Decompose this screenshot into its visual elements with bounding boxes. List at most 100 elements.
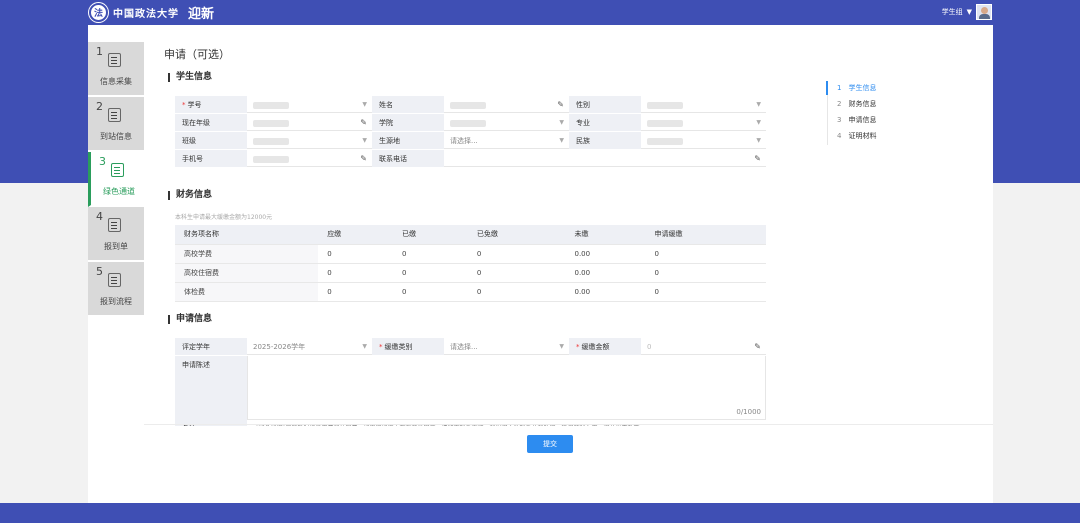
anchor-link[interactable]: 3 申请信息 xyxy=(828,113,876,129)
anchor-link[interactable]: 4 证明材料 xyxy=(828,129,876,145)
field-label: 姓名 xyxy=(372,96,444,113)
field-label: * 学号 xyxy=(175,96,247,113)
avatar[interactable] xyxy=(976,4,992,20)
redacted-value xyxy=(647,137,683,145)
chevron-down-icon: ▼ xyxy=(362,343,367,350)
anchor-link[interactable]: 2 财务信息 xyxy=(828,97,876,113)
pencil-icon: ✎ xyxy=(754,342,761,351)
logo[interactable]: 法 中国政法大学 迎新 xyxy=(89,3,214,22)
table-cell: 0 xyxy=(393,282,468,302)
chevron-down-icon: ▼ xyxy=(362,101,367,108)
left-margin xyxy=(0,183,88,503)
reason-row: 申请陈述 0/1000 xyxy=(175,356,766,420)
step-number: 4 xyxy=(96,210,103,223)
step-3[interactable]: 3 绿色通道 xyxy=(88,152,144,207)
user-name: 学生组 xyxy=(941,8,963,16)
step-label: 绿色通道 xyxy=(103,187,135,196)
step-label: 信息采集 xyxy=(100,77,132,86)
user-menu[interactable]: 学生组 ▼ xyxy=(942,4,992,20)
step-1[interactable]: 1 信息采集 xyxy=(88,42,144,97)
chevron-down-icon: ▼ xyxy=(559,137,564,144)
step-2[interactable]: 2 到站信息 xyxy=(88,97,144,152)
amount-input[interactable]: 0 ✎ xyxy=(641,338,766,355)
table-cell: 0.00 xyxy=(565,282,646,302)
reason-textarea[interactable]: 0/1000 xyxy=(247,356,766,420)
redacted-value xyxy=(253,101,289,109)
form-row: 班级 ▼ 生源地 请选择... ▼ 民族 ▼ xyxy=(175,132,766,150)
table-cell: 0 xyxy=(467,263,566,283)
table-cell: 体检费 xyxy=(175,282,319,302)
form-row: 手机号 ✎ 联系电话 ✎ xyxy=(175,150,766,168)
apply-form: 评定学年 2025-2026学年 ▼ * 缓缴类别 请选择... ▼ * 缓缴金额 0 ✎ xyxy=(175,338,766,356)
step-label: 报到单 xyxy=(104,242,128,251)
table-cell: 0 xyxy=(645,263,766,283)
field-label: 班级 xyxy=(175,132,247,149)
caret-down-icon: ▼ xyxy=(966,8,972,16)
field-label: 民族 xyxy=(569,132,641,149)
type-label: * 缓缴类别 xyxy=(372,338,444,355)
char-counter: 0/1000 xyxy=(736,408,761,416)
field-label: 现在年级 xyxy=(175,114,247,131)
step-5[interactable]: 5 报到流程 xyxy=(88,262,144,317)
step-label: 报到流程 xyxy=(100,297,132,306)
field-input[interactable]: ✎ xyxy=(444,96,569,113)
table-header: 财务项名称 xyxy=(175,225,319,245)
note-text: "绿色通道"只能暂时缓缴学费和住宿费，如果您经济上存在其他困难，请留下联系方式，… xyxy=(247,420,640,426)
table-header: 应缴 xyxy=(318,225,394,245)
field-select[interactable]: ▼ xyxy=(247,96,372,113)
anchor-link[interactable]: 1 学生信息 xyxy=(825,81,876,97)
step-number: 3 xyxy=(99,155,106,168)
step-label: 到站信息 xyxy=(100,132,132,141)
pencil-icon: ✎ xyxy=(360,154,367,163)
app-title: 迎新 xyxy=(188,7,215,22)
redacted-value xyxy=(647,101,683,109)
redacted-value xyxy=(253,137,289,145)
chevron-down-icon: ▼ xyxy=(362,137,367,144)
university-seal-icon: 法 xyxy=(89,3,108,22)
chevron-down-icon: ▼ xyxy=(756,137,761,144)
redacted-value xyxy=(253,155,289,163)
submit-button[interactable]: 提交 xyxy=(527,435,573,453)
pencil-icon: ✎ xyxy=(360,118,367,127)
field-label: 学院 xyxy=(372,114,444,131)
field-select[interactable]: ▼ xyxy=(444,114,569,131)
field-select[interactable]: ▼ xyxy=(641,132,766,149)
table-cell: 高校学费 xyxy=(175,244,319,264)
id-card-icon xyxy=(108,218,121,232)
table-row: 高校学费 0 0 0 0.00 0 xyxy=(175,244,766,264)
table-row: 高校住宿费 0 0 0 0.00 0 xyxy=(175,263,766,283)
calendar-icon xyxy=(111,163,124,177)
form-row: 现在年级 ✎ 学院 ▼ 专业 ▼ xyxy=(175,114,766,132)
redacted-value xyxy=(450,119,486,127)
step-nav: 1 信息采集 2 到站信息 3 绿色通道 4 报到单 5 报到流程 xyxy=(88,42,144,317)
step-4[interactable]: 4 报到单 xyxy=(88,207,144,262)
field-input[interactable]: ✎ xyxy=(247,150,372,167)
chevron-down-icon: ▼ xyxy=(756,101,761,108)
finance-table: 财务项名称 应缴 已缴 已免缴 未缴 申请缓缴 高校学费 0 0 0 0.00 0 高校住宿费 0 0 0 0… xyxy=(175,225,766,302)
footer-band xyxy=(0,503,1080,523)
table-cell: 0 xyxy=(393,263,468,283)
field-select[interactable]: ▼ xyxy=(641,96,766,113)
field-input[interactable]: ✎ xyxy=(444,150,766,167)
field-select[interactable]: ▼ xyxy=(247,132,372,149)
redacted-value xyxy=(450,101,486,109)
page-title: 申请（可选） xyxy=(164,48,230,61)
year-select[interactable]: 2025-2026学年 ▼ xyxy=(247,338,372,355)
note-label: 备注 xyxy=(175,420,247,426)
table-row: 体检费 0 0 0 0.00 0 xyxy=(175,282,766,302)
field-select[interactable]: ▼ xyxy=(641,114,766,131)
section-title-student: 学生信息 xyxy=(168,73,212,82)
note-row: 备注 "绿色通道"只能暂时缓缴学费和住宿费，如果您经济上存在其他困难，请留下联系… xyxy=(175,420,766,426)
logo-text: 中国政法大学 xyxy=(113,9,179,20)
table-header: 申请缓缴 xyxy=(645,225,766,245)
field-label: 性别 xyxy=(569,96,641,113)
field-input[interactable]: ✎ xyxy=(247,114,372,131)
table-cell: 0.00 xyxy=(565,263,646,283)
type-select[interactable]: 请选择... ▼ xyxy=(444,338,569,355)
field-select[interactable]: 请选择... ▼ xyxy=(444,132,569,149)
field-label: 手机号 xyxy=(175,150,247,167)
redacted-value xyxy=(253,119,289,127)
reason-label: 申请陈述 xyxy=(175,356,247,420)
table-cell: 0.00 xyxy=(565,244,646,264)
bell-icon xyxy=(108,273,121,287)
